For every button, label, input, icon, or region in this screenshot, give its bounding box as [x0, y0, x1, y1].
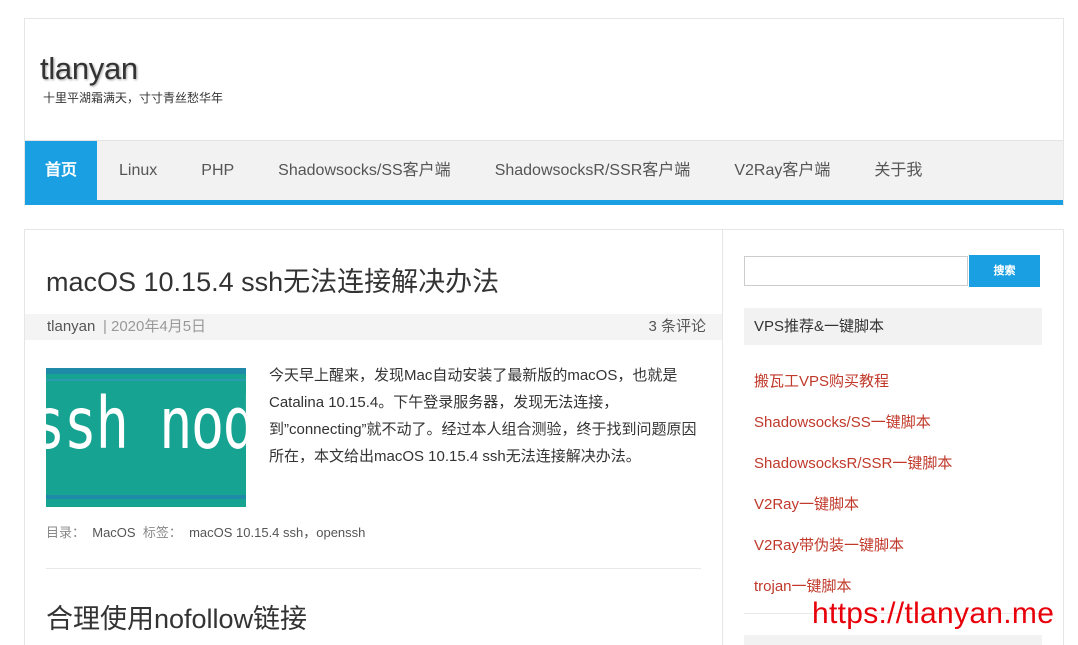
tags-label: 标签： [142, 525, 182, 540]
search-button[interactable]: 搜索 [969, 255, 1040, 287]
category-label: 目录： [46, 525, 86, 540]
post-meta: tlanyan | 2020年4月5日 3 条评论 [25, 314, 722, 340]
nav-item-home[interactable]: 首页 [25, 141, 98, 201]
widget-link-v2ray-script[interactable]: V2Ray一键脚本 [754, 493, 952, 534]
post-thumbnail[interactable]: ssh node1 [46, 368, 246, 507]
tags-links[interactable]: macOS 10.15.4 ssh，openssh [189, 525, 365, 540]
widget-link-v2ray-disguise-script[interactable]: V2Ray带伪装一键脚本 [754, 534, 952, 575]
post-title-2[interactable]: 合理使用nofollow链接 [46, 597, 307, 636]
thumbnail-band-bottom [46, 495, 246, 499]
post-title[interactable]: macOS 10.15.4 ssh无法连接解决办法 [46, 260, 499, 299]
category-link[interactable]: MacOS [92, 525, 135, 540]
post-taxonomy: 目录： MacOS 标签： macOS 10.15.4 ssh，openssh [46, 522, 365, 541]
thumbnail-text: ssh node1 [46, 382, 246, 465]
nav-item-v2ray[interactable]: V2Ray客户端 [712, 141, 852, 201]
widget-title-2 [744, 635, 1042, 645]
main-nav: 首页 Linux PHP Shadowsocks/SS客户端 Shadowsoc… [25, 140, 1063, 201]
post-divider [46, 568, 701, 569]
post-comments-link[interactable]: 3 条评论 [648, 314, 706, 340]
post-author[interactable]: tlanyan [47, 314, 95, 340]
nav-accent-line [25, 200, 1063, 205]
post-date: 2020年4月5日 [111, 318, 207, 335]
thumbnail-band-top [46, 368, 246, 374]
content-column: macOS 10.15.4 ssh无法连接解决办法 tlanyan | 2020… [25, 230, 723, 645]
site-tagline: 十里平湖霜满天，寸寸青丝愁华年 [43, 91, 224, 105]
thumbnail-band-mid [46, 379, 246, 381]
search-input[interactable] [744, 256, 968, 286]
nav-item-about[interactable]: 关于我 [852, 141, 944, 201]
nav-item-linux[interactable]: Linux [97, 141, 179, 201]
watermark: https://tlanyan.me [812, 597, 1055, 630]
nav-item-php[interactable]: PHP [179, 141, 256, 201]
meta-separator: | [103, 318, 107, 335]
widget-link-list: 搬瓦工VPS购买教程 Shadowsocks/SS一键脚本 Shadowsock… [754, 370, 952, 616]
nav-item-shadowsocks[interactable]: Shadowsocks/SS客户端 [256, 141, 473, 201]
sidebar: 搜索 VPS推荐&一键脚本 搬瓦工VPS购买教程 Shadowsocks/SS一… [723, 230, 1063, 645]
widget-link-ss-script[interactable]: Shadowsocks/SS一键脚本 [754, 411, 952, 452]
main-area: macOS 10.15.4 ssh无法连接解决办法 tlanyan | 2020… [24, 229, 1064, 645]
widget-link-bwg[interactable]: 搬瓦工VPS购买教程 [754, 370, 952, 411]
nav-item-shadowsocksr[interactable]: ShadowsocksR/SSR客户端 [473, 141, 713, 201]
site-header: tlanyan 十里平湖霜满天，寸寸青丝愁华年 首页 Linux PHP Sha… [24, 18, 1064, 205]
site-title[interactable]: tlanyan [40, 51, 138, 87]
widget-title: VPS推荐&一键脚本 [744, 308, 1042, 345]
widget-link-ssr-script[interactable]: ShadowsocksR/SSR一键脚本 [754, 452, 952, 493]
post-excerpt: 今天早上醒来，发现Mac自动安装了最新版的macOS，也就是Catalina 1… [269, 367, 697, 465]
